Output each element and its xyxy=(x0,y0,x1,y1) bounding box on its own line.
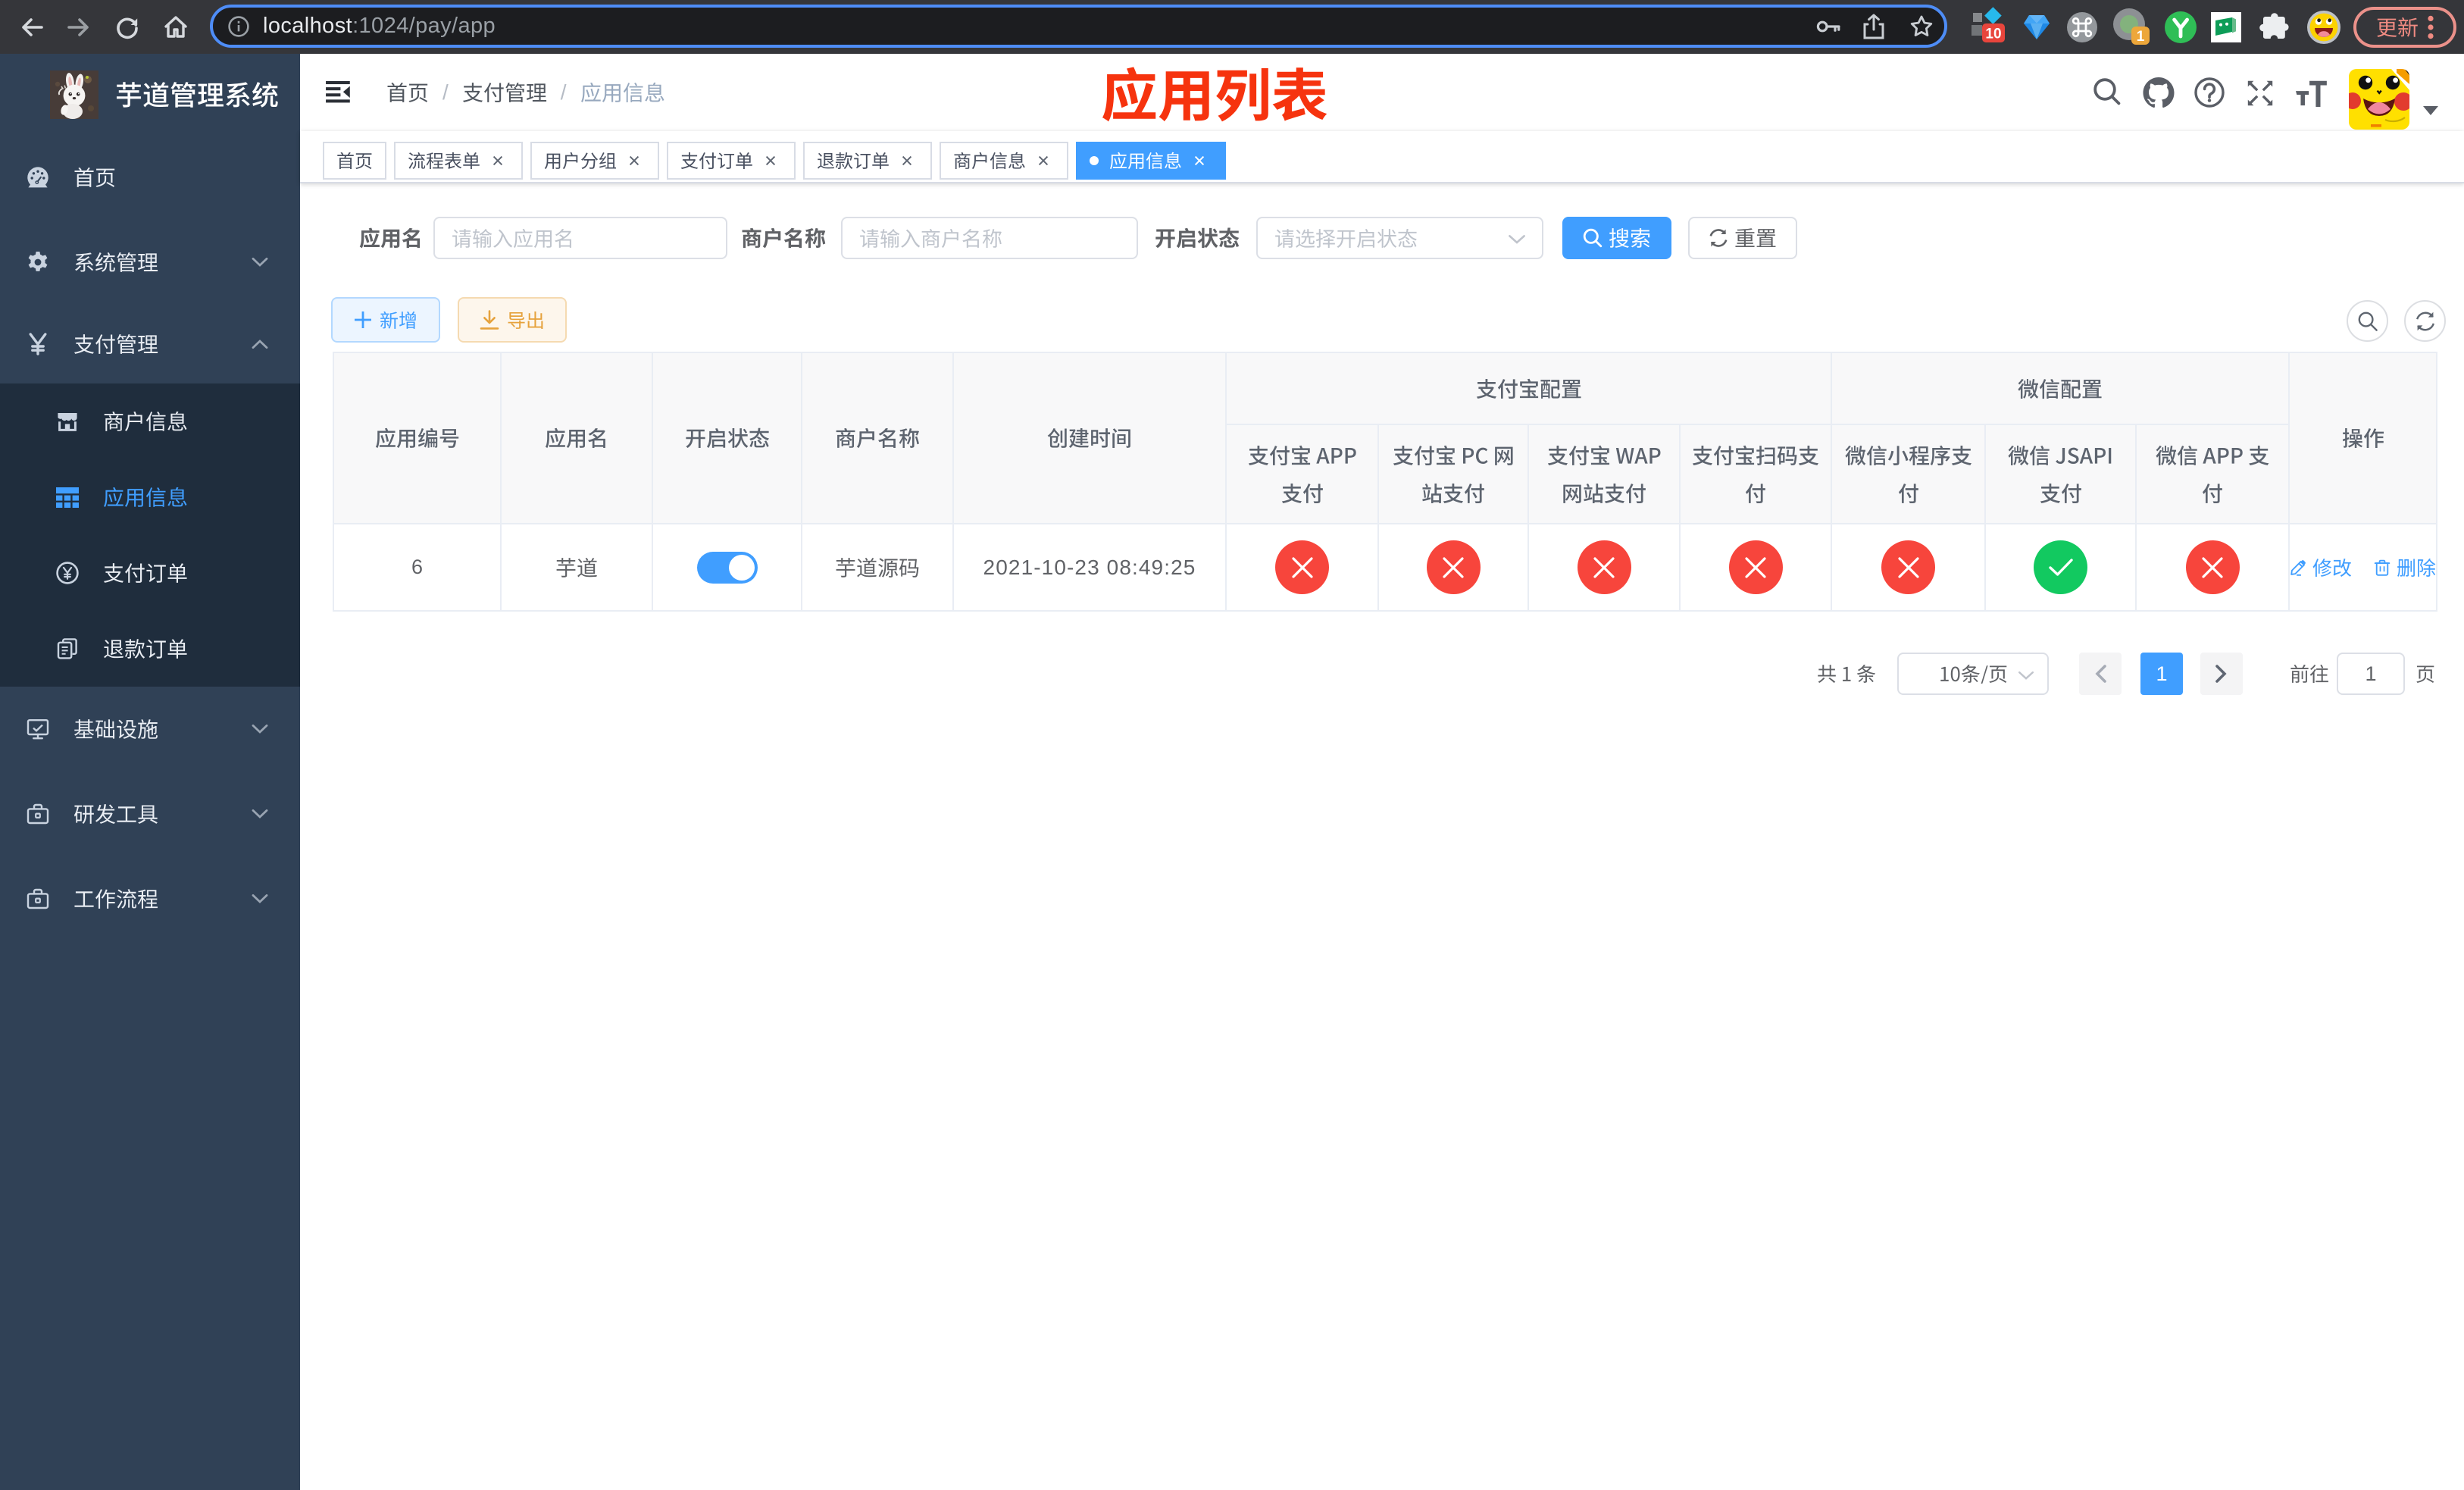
svg-text:1: 1 xyxy=(2137,29,2145,45)
svg-text:10: 10 xyxy=(1985,26,2001,42)
